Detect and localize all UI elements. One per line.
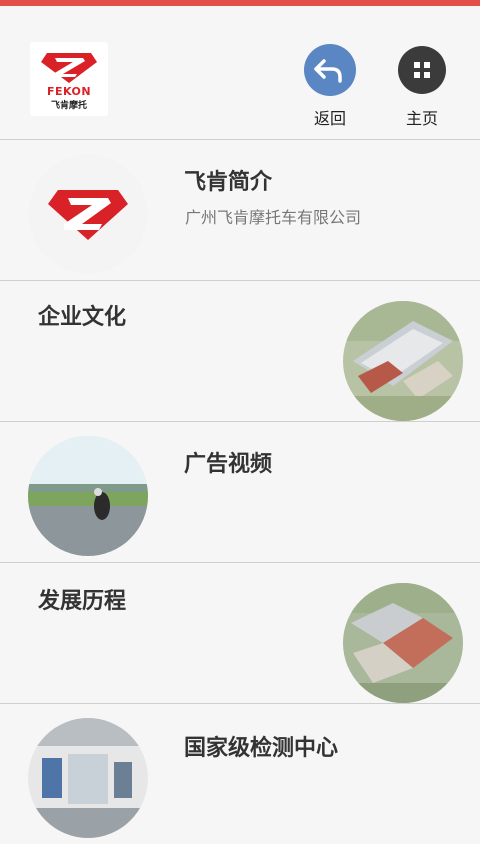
fekon-z-logo-icon xyxy=(28,154,148,274)
item-title: 发展历程 xyxy=(38,589,127,614)
list-item-intro[interactable]: 飞肯简介 广州飞肯摩托车有限公司 xyxy=(0,140,480,281)
back-button[interactable]: 返回 xyxy=(300,44,360,129)
logo-brand-text: FEKON xyxy=(46,85,92,98)
item-title: 飞肯简介 xyxy=(184,170,273,195)
home-button[interactable]: 主页 xyxy=(392,44,452,129)
home-label: 主页 xyxy=(405,109,438,128)
item-title: 企业文化 xyxy=(38,305,127,330)
list-item-culture[interactable]: 企业文化 xyxy=(0,281,480,422)
grid-icon xyxy=(398,46,446,94)
logo-z-icon xyxy=(41,53,97,83)
app-header: FEKON 飞肯摩托 返回 主页 xyxy=(0,6,480,140)
list-item-testing-center[interactable]: 国家级检测中心 xyxy=(0,704,480,844)
brand-logo[interactable]: FEKON 飞肯摩托 xyxy=(30,42,108,116)
item-title: 国家级检测中心 xyxy=(184,736,339,761)
factory-aerial-photo xyxy=(343,301,463,421)
testing-lab-photo xyxy=(28,718,148,838)
item-subtitle: 广州飞肯摩托车有限公司 xyxy=(185,208,362,227)
list-item-history[interactable]: 发展历程 xyxy=(0,563,480,704)
factory-campus-photo xyxy=(343,583,463,703)
motorcycle-racing-photo xyxy=(28,436,148,556)
back-icon xyxy=(304,44,356,96)
logo-cn-text: 飞肯摩托 xyxy=(50,101,87,111)
back-label: 返回 xyxy=(313,109,346,128)
item-title: 广告视频 xyxy=(184,452,273,477)
list-item-video[interactable]: 广告视频 xyxy=(0,422,480,563)
